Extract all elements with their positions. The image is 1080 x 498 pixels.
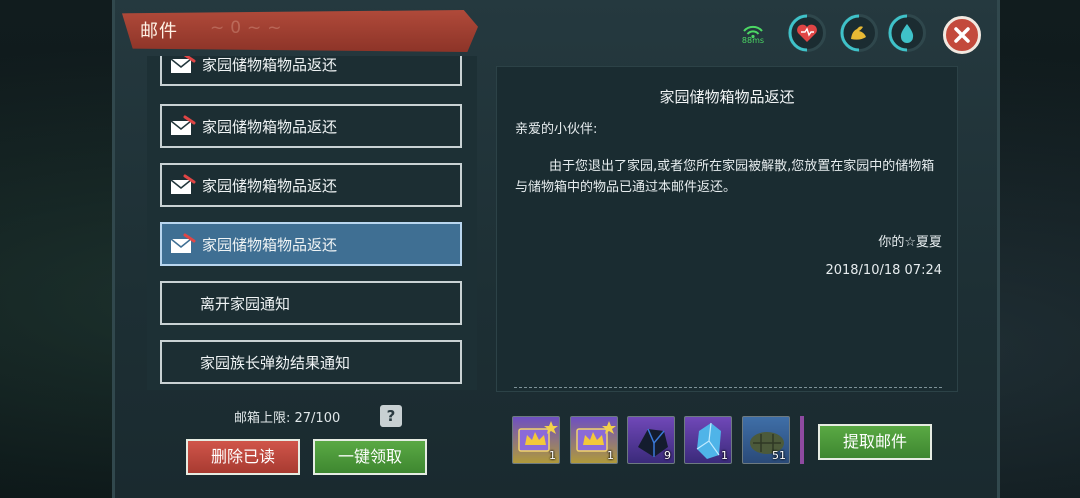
claim-all-button[interactable]: 一键领取 xyxy=(313,439,427,475)
mail-date: 2018/10/18 07:24 xyxy=(825,263,942,278)
droplet-icon xyxy=(900,24,914,43)
mail-list-item[interactable]: 家园储物箱物品返还 xyxy=(160,163,462,207)
mail-subject: 家园族长弹劾结果通知 xyxy=(200,353,351,372)
envelope-icon xyxy=(170,233,196,253)
envelope-icon xyxy=(170,115,196,135)
close-button[interactable] xyxy=(943,16,981,54)
attachment-qty: 1 xyxy=(721,449,728,462)
envelope-icon xyxy=(170,174,196,194)
mail-body: 由于您退出了家园,或者您所在家园被解散,您放置在家园中的储物箱与储物箱中的物品已… xyxy=(515,159,935,195)
mail-list-item[interactable]: 离开家园通知 xyxy=(160,281,462,325)
attachment-turtle-shell[interactable]: 51 xyxy=(742,416,790,464)
heart-icon xyxy=(797,24,817,42)
attachment-dark-crystal[interactable]: 9 xyxy=(627,416,675,464)
envelope-icon xyxy=(170,56,196,73)
attachment-qty: 9 xyxy=(664,449,671,462)
mail-list-item[interactable]: 家园储物箱物品返还 xyxy=(160,56,462,86)
mail-subject: 家园储物箱物品返还 xyxy=(202,117,338,136)
network-signal: 88ms xyxy=(737,24,769,50)
attachment-blue-crystal[interactable]: 1 xyxy=(684,416,732,464)
attachment-crown-ticket[interactable]: 1 xyxy=(512,416,560,464)
mail-title: 家园储物箱物品返还 xyxy=(659,88,795,106)
mail-subject: 家园储物箱物品返还 xyxy=(202,176,338,195)
mail-list-item[interactable]: 家园族长弹劾结果通知 xyxy=(160,340,462,384)
ping-readout: 88ms xyxy=(741,36,765,45)
heart-stat[interactable] xyxy=(788,14,826,52)
attachment-qty: 1 xyxy=(607,449,614,462)
attachment-qty: 51 xyxy=(772,449,786,462)
banner-decoration: ~0~~ xyxy=(210,18,288,38)
mail-list[interactable]: 家园储物箱物品返还 家园储物箱物品返还 家园储物箱物品返还 家园储物箱物品返还 … xyxy=(147,56,477,390)
arm-icon xyxy=(851,26,866,40)
divider xyxy=(514,387,942,388)
mail-content-panel xyxy=(496,66,958,392)
close-icon xyxy=(954,27,970,43)
help-button[interactable]: ? xyxy=(380,405,402,427)
attachment-qty: 1 xyxy=(549,449,556,462)
attachment-crown-ticket[interactable]: 1 xyxy=(570,416,618,464)
mail-subject: 家园储物箱物品返还 xyxy=(202,235,338,254)
mailbox-limit: 邮箱上限: 27/100 xyxy=(234,411,341,426)
mail-list-item[interactable]: 家园储物箱物品返还 xyxy=(160,104,462,148)
mail-subject: 离开家园通知 xyxy=(200,294,291,313)
mail-subject: 家园储物箱物品返还 xyxy=(202,56,338,74)
strength-stat[interactable] xyxy=(840,14,878,52)
water-stat[interactable] xyxy=(888,14,926,52)
mail-greeting: 亲爱的小伙伴: xyxy=(515,122,598,137)
mail-sender: 你的☆夏夏 xyxy=(878,235,942,250)
delete-read-button[interactable]: 删除已读 xyxy=(186,439,300,475)
mail-list-item-selected[interactable]: 家园储物箱物品返还 xyxy=(160,222,462,266)
claim-mail-button[interactable]: 提取邮件 xyxy=(818,424,932,460)
window-title: 邮件 xyxy=(140,21,178,42)
attachment-overflow-edge[interactable] xyxy=(800,416,804,464)
